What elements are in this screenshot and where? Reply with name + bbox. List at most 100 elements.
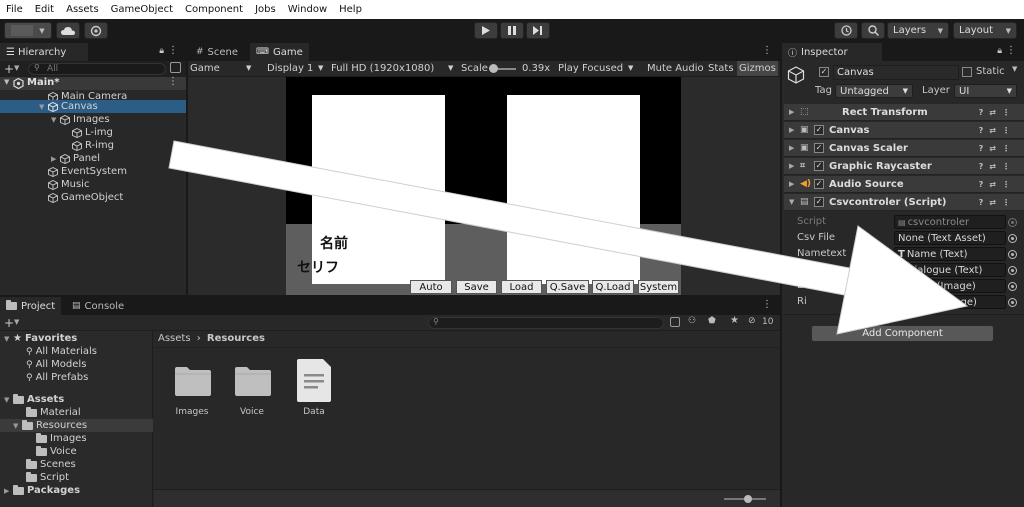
object-picker-icon[interactable] (1008, 282, 1017, 291)
object-picker-icon[interactable] (1008, 266, 1017, 275)
kebab-menu-icon[interactable]: ⋮ (1006, 45, 1016, 56)
favorite-all-models[interactable]: ⚲ All Models (26, 358, 86, 371)
favorites-row[interactable]: ▼ ★ Favorites (4, 332, 77, 345)
tab-scene[interactable]: # Scene (190, 43, 244, 61)
resolution-dropdown[interactable]: Full HD (1920x1080) (331, 63, 434, 74)
assets-item-images[interactable]: Images (36, 432, 87, 445)
scale-slider[interactable] (489, 64, 516, 73)
object-name-field[interactable]: Canvas (833, 65, 959, 80)
asset-grid-item[interactable]: Data (292, 357, 336, 421)
chevron-down-icon[interactable]: ▼ (14, 318, 19, 326)
search-button[interactable] (861, 22, 885, 39)
layout-dropdown[interactable]: Layout ▼ (953, 22, 1017, 39)
account-button[interactable]: ▼ (4, 22, 52, 39)
chevron-down-icon[interactable]: ▼ (1012, 65, 1017, 73)
hierarchy-item-r-img[interactable]: R-img (72, 139, 114, 152)
tag-dropdown[interactable]: Untagged ▼ (835, 84, 913, 98)
asset-grid-item[interactable]: Voice (230, 361, 274, 421)
hierarchy-item-music[interactable]: Music (48, 178, 89, 191)
csv-file-field[interactable]: None (Text Asset) (894, 231, 1006, 245)
filter-type-icon[interactable]: ⚇ (688, 316, 696, 326)
stats-toggle[interactable]: Stats (708, 63, 734, 74)
component-graphic-raycaster[interactable]: ▶ ⌗ ✓ Graphic Raycaster ?⇄⋮ (784, 158, 1024, 175)
nametext-field[interactable]: T Name (Text) (894, 247, 1006, 261)
step-button[interactable] (526, 22, 550, 39)
add-component-button[interactable]: Add Component (811, 325, 994, 342)
play-button[interactable] (474, 22, 498, 39)
lock-icon[interactable]: 🔒︎ (159, 46, 164, 56)
tab-console[interactable]: ▤ Console (66, 297, 130, 315)
scale-slider-handle[interactable] (489, 64, 498, 73)
hierarchy-item-canvas[interactable]: ▼ Canvas (39, 100, 98, 113)
object-picker-icon[interactable] (1008, 234, 1017, 243)
auto-button[interactable]: Auto (410, 280, 452, 294)
object-picker-icon[interactable] (1008, 298, 1017, 307)
layer-dropdown[interactable]: UI ▼ (954, 84, 1017, 98)
mute-audio-toggle[interactable]: Mute Audio (647, 63, 704, 74)
component-enabled-checkbox[interactable]: ✓ (814, 179, 824, 189)
icon-size-slider-handle[interactable] (744, 495, 752, 503)
component-actions-icons[interactable]: ?⇄⋮ (979, 144, 1016, 153)
menu-gameobject[interactable]: GameObject (111, 4, 173, 15)
hierarchy-item-l-img[interactable]: L-img (72, 126, 113, 139)
gizmos-toggle[interactable]: Gizmos (737, 61, 778, 76)
display-dropdown[interactable]: Display 1 (267, 63, 313, 74)
right-img-field[interactable]: ⛶ R-img (Image) (894, 295, 1006, 309)
assets-item-script[interactable]: Script (26, 471, 69, 484)
game-mode-dropdown[interactable]: Game (190, 63, 220, 74)
menu-component[interactable]: Component (185, 4, 243, 15)
assets-item-voice[interactable]: Voice (36, 445, 77, 458)
scene-row[interactable]: ▼ Main* ⋮ (0, 76, 186, 90)
menu-file[interactable]: File (6, 4, 23, 15)
tab-hierarchy[interactable]: ☰ Hierarchy (0, 43, 88, 61)
favorite-all-prefabs[interactable]: ⚲ All Prefabs (26, 371, 88, 384)
system-button[interactable]: System (638, 280, 679, 294)
breadcrumb-item[interactable]: Resources (207, 333, 265, 344)
menu-window[interactable]: Window (288, 4, 327, 15)
component-rect-transform[interactable]: ▶ ⬚ Rect Transform ?⇄⋮ (784, 104, 1024, 121)
static-checkbox[interactable] (962, 67, 972, 77)
hierarchy-item-gameobject[interactable]: GameObject (48, 191, 123, 204)
icon-size-slider[interactable] (724, 495, 766, 503)
cloud-button[interactable] (56, 22, 80, 39)
component-enabled-checkbox[interactable]: ✓ (814, 143, 824, 153)
hierarchy-item-panel[interactable]: ▶ Panel (51, 152, 100, 165)
assets-row[interactable]: ▼ Assets (4, 393, 64, 406)
component-actions-icons[interactable]: ?⇄⋮ (979, 126, 1016, 135)
component-enabled-checkbox[interactable]: ✓ (814, 125, 824, 135)
collab-button[interactable] (84, 22, 108, 39)
menu-assets[interactable]: Assets (66, 4, 99, 15)
left-img-field[interactable]: ⛶ L-img (Image) (894, 279, 1006, 293)
pause-button[interactable] (500, 22, 524, 39)
component-actions-icons[interactable]: ?⇄⋮ (979, 162, 1016, 171)
label-icon[interactable]: ⬟ (708, 316, 716, 326)
component-enabled-checkbox[interactable]: ✓ (814, 161, 824, 171)
chevron-down-icon[interactable]: ▼ (14, 64, 19, 72)
assets-item-scenes[interactable]: Scenes (26, 458, 76, 471)
add-icon[interactable]: + (4, 316, 14, 330)
asset-grid-item[interactable]: Images (170, 361, 214, 421)
object-picker-icon[interactable] (1008, 250, 1017, 259)
favorite-all-materials[interactable]: ⚲ All Materials (26, 345, 97, 358)
component-audio-source[interactable]: ▶ ◀) ✓ Audio Source ?⇄⋮ (784, 176, 1024, 193)
quick-save-button[interactable]: Q.Save (546, 280, 589, 294)
hierarchy-item-eventsystem[interactable]: EventSystem (48, 165, 127, 178)
menu-help[interactable]: Help (339, 4, 362, 15)
tab-project[interactable]: Project (0, 297, 62, 315)
history-button[interactable] (834, 22, 858, 39)
component-actions-icons[interactable]: ?⇄⋮ (979, 198, 1016, 207)
lock-icon[interactable]: 🔒︎ (997, 46, 1002, 56)
layers-dropdown[interactable]: Layers ▼ (887, 22, 949, 39)
assets-item-resources[interactable]: ▼ Resources (13, 419, 87, 432)
kebab-menu-icon[interactable]: ⋮ (762, 45, 772, 56)
quick-load-button[interactable]: Q.Load (592, 280, 634, 294)
menu-jobs[interactable]: Jobs (255, 4, 276, 15)
star-icon[interactable]: ★ (730, 315, 739, 326)
eye-slash-icon[interactable]: ⊘ (748, 316, 756, 326)
filter-icon[interactable] (670, 317, 680, 327)
component-canvas[interactable]: ▶ ▣ ✓ Canvas ?⇄⋮ (784, 122, 1024, 139)
component-actions-icons[interactable]: ?⇄⋮ (979, 108, 1016, 117)
add-icon[interactable]: + (4, 62, 14, 76)
packages-row[interactable]: ▶ Packages (4, 484, 80, 497)
menu-edit[interactable]: Edit (35, 4, 54, 15)
